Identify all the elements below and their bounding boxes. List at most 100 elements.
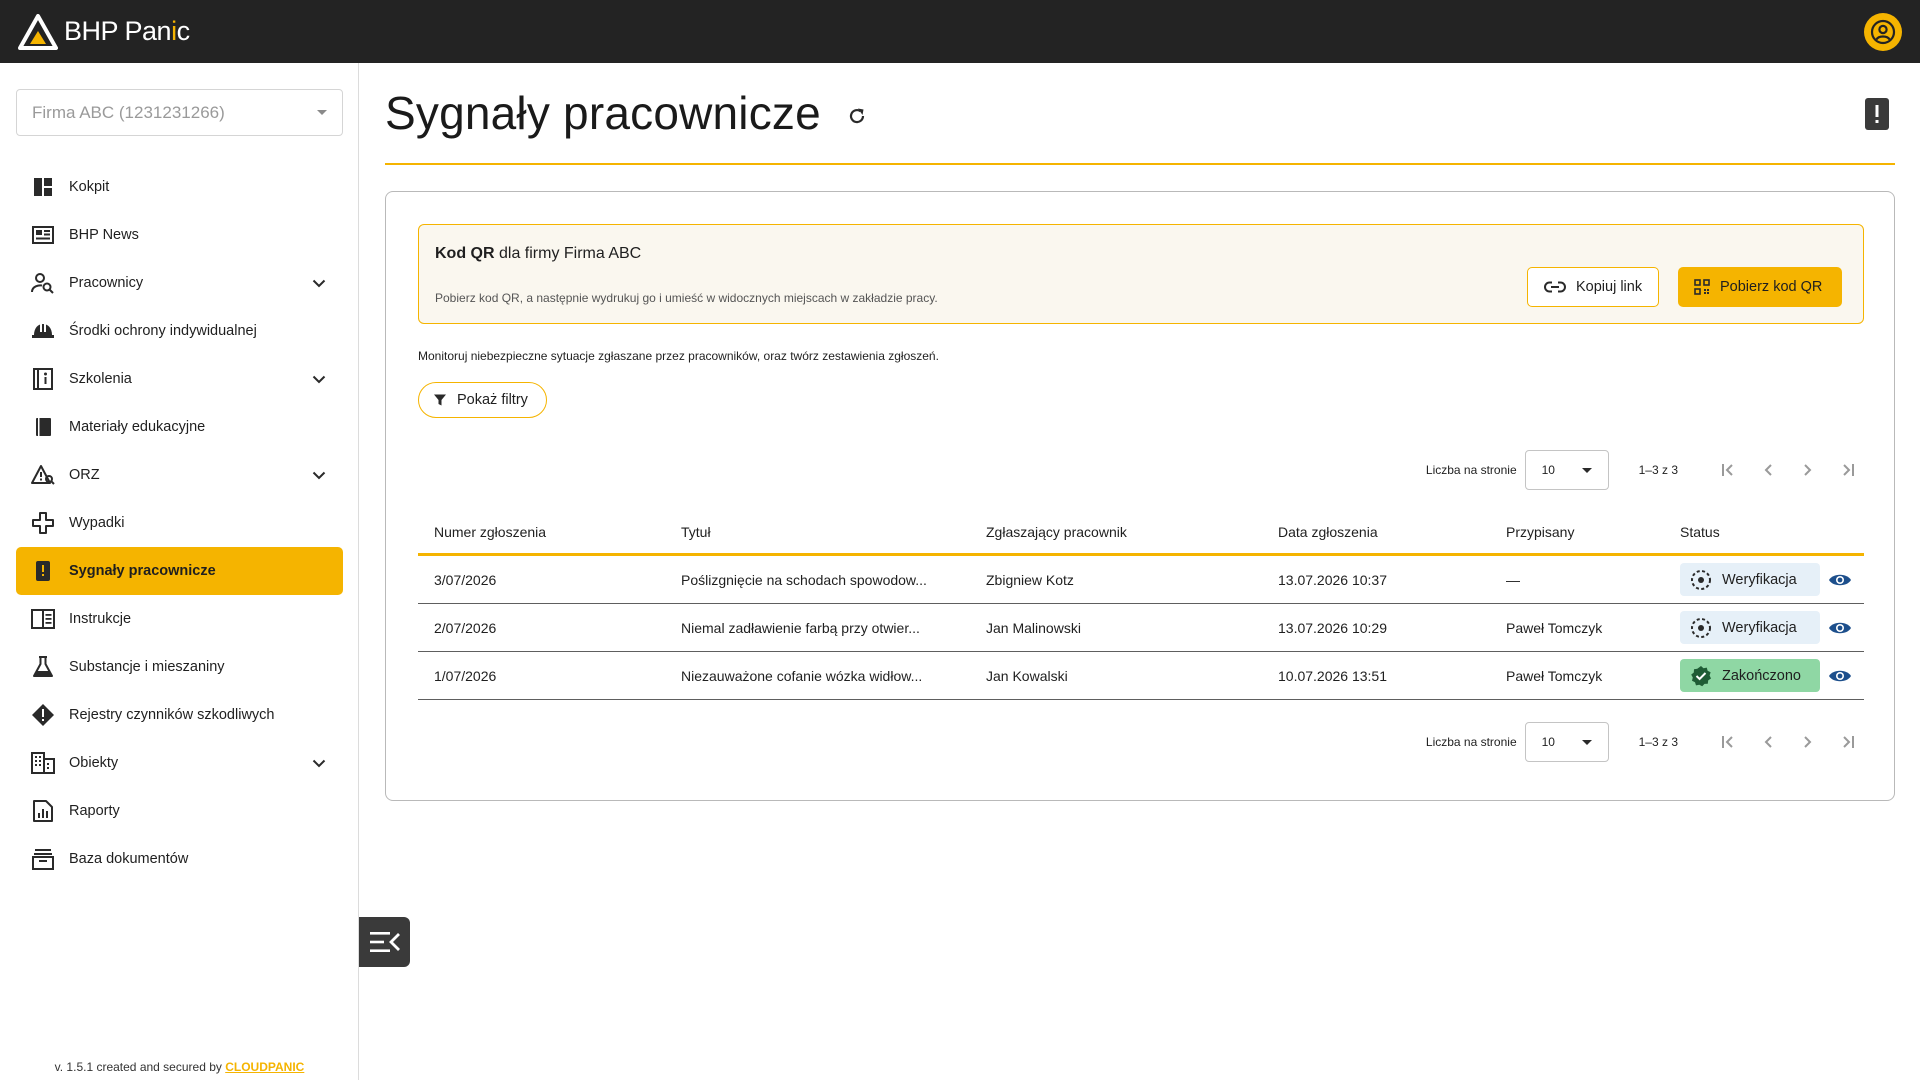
page-range: 1–3 z 3: [1638, 463, 1678, 477]
cell-reporter: Zbigniew Kotz: [986, 571, 1074, 588]
cell-reporter: Jan Malinowski: [986, 619, 1081, 636]
sidebar-item-bhp-news[interactable]: BHP News: [16, 211, 343, 259]
cell-title: Niemal zadławienie farbą przy otwier...: [681, 619, 920, 636]
instructions-icon: [30, 606, 56, 632]
show-filters-button[interactable]: Pokaż filtry: [418, 382, 547, 418]
page-title: Sygnały pracownicze: [385, 87, 821, 139]
table-row[interactable]: 3/07/2026 Poślizgnięcie na schodach spow…: [418, 556, 1864, 604]
per-page-select[interactable]: 10: [1524, 722, 1609, 762]
pagination-bottom: Liczba na stronie 10 1–3 z 3: [1426, 722, 1868, 762]
view-details-button[interactable]: [1828, 666, 1852, 686]
user-account-button[interactable]: [1864, 13, 1902, 51]
first-page-icon: [1722, 736, 1733, 748]
qr-code-panel: Kod QR dla firmy Firma ABC Pobierz kod Q…: [418, 224, 1864, 324]
sidebar-item-label: Sygnały pracownicze: [69, 563, 216, 579]
view-details-button[interactable]: [1828, 570, 1852, 590]
cell-assigned: Paweł Tomczyk: [1506, 619, 1603, 636]
sidebar-item-sygnaly-pracownicze[interactable]: Sygnały pracownicze: [16, 547, 343, 595]
cell-status: Weryfikacja: [1666, 563, 1864, 596]
sidebar-item-label: BHP News: [69, 227, 139, 243]
alert-phone-icon: [1865, 98, 1889, 130]
sidebar-item-instrukcje[interactable]: Instrukcje: [16, 595, 343, 643]
status-badge: Weryfikacja: [1680, 563, 1820, 596]
cell-date: 10.07.2026 13:51: [1278, 667, 1387, 684]
qr-code-icon: [1694, 279, 1710, 295]
sidebar-item-srodki-ochrony[interactable]: Środki ochrony indywidualnej: [16, 307, 343, 355]
cell-status: Zakończono: [1666, 659, 1864, 692]
sidebar-item-kokpit[interactable]: Kokpit: [16, 163, 343, 211]
last-page-button[interactable]: [1828, 450, 1868, 490]
cell-status: Weryfikacja: [1666, 611, 1864, 644]
first-page-button[interactable]: [1708, 722, 1748, 762]
per-page-label: Liczba na stronie: [1425, 735, 1517, 749]
chevron-down-icon: [309, 273, 329, 293]
sidebar-item-wypadki[interactable]: Wypadki: [16, 499, 343, 547]
dashboard-icon: [30, 174, 56, 200]
prev-page-button[interactable]: [1748, 722, 1788, 762]
column-header-reporter[interactable]: Zgłaszający pracownik: [970, 524, 1262, 540]
sidebar-item-materialy[interactable]: Materiały edukacyjne: [16, 403, 343, 451]
logo-triangle-icon: [18, 13, 58, 50]
chevron-left-icon: [1764, 464, 1772, 476]
cloudpanic-link[interactable]: CLOUDPANIC: [225, 1060, 304, 1074]
copy-link-button[interactable]: Kopiuj link: [1527, 267, 1660, 307]
verified-check-icon: [1691, 665, 1711, 686]
table-row[interactable]: 1/07/2026 Niezauważone cofanie wózka wid…: [418, 652, 1864, 700]
archive-icon: [30, 846, 56, 872]
column-header-title[interactable]: Tytuł: [665, 524, 970, 540]
company-select[interactable]: Firma ABC (1231231266): [16, 89, 343, 136]
next-page-button[interactable]: [1788, 450, 1828, 490]
status-label: Weryfikacja: [1722, 619, 1797, 636]
sidebar-item-obiekty[interactable]: Obiekty: [16, 739, 343, 787]
news-icon: [30, 222, 56, 248]
sidebar-footer: v. 1.5.1 created and secured by CLOUDPAN…: [0, 1060, 359, 1074]
sidebar-item-rejestry[interactable]: Rejestry czynników szkodliwych: [16, 691, 343, 739]
signals-table: Numer zgłoszenia Tytuł Zgłaszający praco…: [418, 510, 1864, 700]
chevron-left-icon: [1764, 736, 1772, 748]
sidebar-item-pracownicy[interactable]: Pracownicy: [16, 259, 343, 307]
chevron-down-icon: [309, 753, 329, 773]
app-logo[interactable]: BHP Panic: [18, 13, 190, 50]
next-page-button[interactable]: [1788, 722, 1828, 762]
per-page-select[interactable]: 10: [1524, 450, 1609, 490]
collapse-sidebar-button[interactable]: [359, 917, 410, 967]
sidebar-item-substancje[interactable]: Substancje i mieszaniny: [16, 643, 343, 691]
qr-panel-description: Pobierz kod QR, a następnie wydrukuj go …: [435, 291, 938, 305]
report-signal-button[interactable]: [1865, 98, 1889, 130]
sidebar-item-label: ORZ: [69, 467, 100, 483]
show-filters-label: Pokaż filtry: [457, 392, 528, 408]
column-header-number[interactable]: Numer zgłoszenia: [418, 524, 665, 540]
sidebar-item-raporty[interactable]: Raporty: [16, 787, 343, 835]
info-text: Monitoruj niebezpieczne sytuacje zgłasza…: [418, 349, 939, 363]
prev-page-button[interactable]: [1748, 450, 1788, 490]
collapse-menu-icon: [369, 932, 400, 952]
sidebar-item-label: Środki ochrony indywidualnej: [69, 323, 257, 339]
sidebar-item-szkolenia[interactable]: Szkolenia: [16, 355, 343, 403]
sidebar-item-label: Wypadki: [69, 515, 125, 531]
pending-icon: [1691, 617, 1711, 638]
cell-date: 13.07.2026 10:29: [1278, 619, 1387, 636]
dropdown-caret-icon: [1581, 467, 1592, 473]
status-label: Zakończono: [1722, 667, 1801, 684]
view-details-button[interactable]: [1828, 618, 1852, 638]
column-header-assigned[interactable]: Przypisany: [1490, 524, 1666, 540]
book-icon: [30, 414, 56, 440]
last-page-button[interactable]: [1828, 722, 1868, 762]
column-header-status[interactable]: Status: [1666, 524, 1864, 540]
sidebar-item-baza-dokumentow[interactable]: Baza dokumentów: [16, 835, 343, 883]
dropdown-caret-icon: [1581, 739, 1592, 745]
table-row[interactable]: 2/07/2026 Niemal zadławienie farbą przy …: [418, 604, 1864, 652]
column-header-date[interactable]: Data zgłoszenia: [1262, 524, 1490, 540]
first-page-button[interactable]: [1708, 450, 1748, 490]
cell-assigned: Paweł Tomczyk: [1506, 667, 1603, 684]
sidebar-item-orz[interactable]: ORZ: [16, 451, 343, 499]
training-book-icon: [30, 366, 56, 392]
warning-diamond-icon: [30, 702, 56, 728]
page-range: 1–3 z 3: [1638, 735, 1678, 749]
logo-text: BHP Panic: [64, 16, 190, 46]
risk-warning-icon: [30, 462, 56, 488]
refresh-button[interactable]: [847, 106, 867, 126]
per-page-value: 10: [1541, 463, 1555, 477]
download-qr-button[interactable]: Pobierz kod QR: [1678, 267, 1843, 307]
status-badge: Weryfikacja: [1680, 611, 1820, 644]
